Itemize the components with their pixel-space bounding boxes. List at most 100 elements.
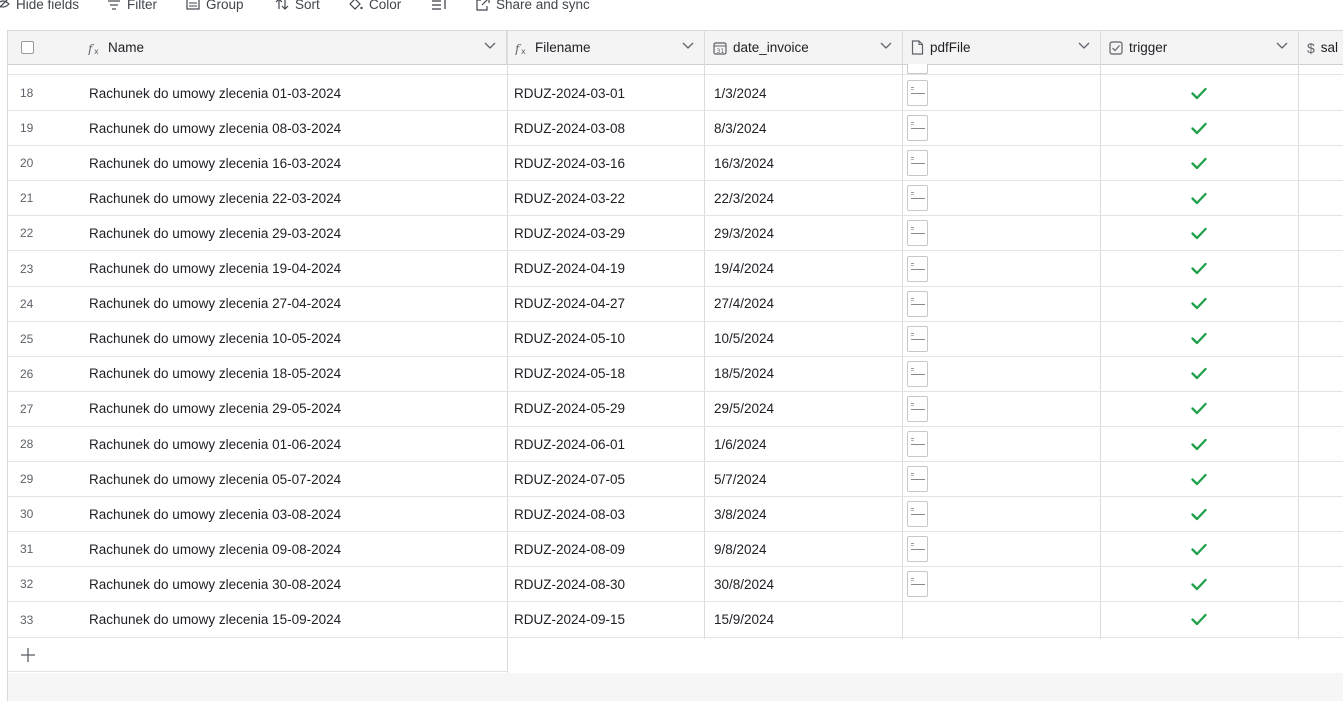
cell-date-invoice[interactable]: 30/8/2024 [714,567,904,601]
add-row-button[interactable] [8,639,507,672]
column-header-date-invoice[interactable]: 31 date_invoice [705,31,903,64]
chevron-down-icon[interactable] [880,42,892,50]
table-row[interactable]: 33 Rachunek do umowy zlecenia 15-09-2024 R… [8,603,1343,638]
cell-pdffile[interactable] [907,532,1097,566]
cell-name[interactable]: Rachunek do umowy zlecenia 30-08-2024 [89,567,507,601]
cell-name[interactable]: Rachunek do umowy zlecenia 18-05-2024 [89,357,507,391]
table-row[interactable]: 25 Rachunek do umowy zlecenia 10-05-2024 R… [8,322,1343,357]
group-button[interactable]: Group [186,0,244,15]
cell-trigger[interactable] [1100,252,1298,286]
cell-date-invoice[interactable]: 8/3/2024 [714,111,904,145]
cell-pdffile[interactable] [907,76,1097,110]
cell-name[interactable]: Rachunek do umowy zlecenia 16-03-2024 [89,146,507,180]
table-row[interactable]: 27 Rachunek do umowy zlecenia 29-05-2024 R… [8,392,1343,427]
cell-pdffile[interactable] [907,216,1097,250]
cell-trigger[interactable] [1100,216,1298,250]
cell-filename[interactable]: RDUZ-2024-05-18 [514,357,704,391]
cell-filename[interactable]: RDUZ-2024-03-01 [514,76,704,110]
cell-name[interactable]: Rachunek do umowy zlecenia 01-06-2024 [89,427,507,461]
cell-name[interactable]: Rachunek do umowy zlecenia 27-04-2024 [89,287,507,321]
cell-date-invoice[interactable]: 22/3/2024 [714,181,904,215]
cell-trigger[interactable] [1100,567,1298,601]
pdf-thumbnail[interactable] [907,150,928,177]
table-row[interactable]: 18 Rachunek do umowy zlecenia 01-03-2024 R… [8,76,1343,111]
cell-pdffile[interactable] [907,322,1097,356]
cell-name[interactable]: Rachunek do umowy zlecenia 29-05-2024 [89,392,507,426]
cell-pdffile[interactable] [907,252,1097,286]
table-row[interactable]: 19 Rachunek do umowy zlecenia 08-03-2024 R… [8,111,1343,147]
cell-trigger[interactable] [1100,181,1298,215]
cell-filename[interactable]: RDUZ-2024-03-29 [514,216,704,250]
cell-name[interactable]: Rachunek do umowy zlecenia 08-03-2024 [89,111,507,145]
table-row[interactable]: 24 Rachunek do umowy zlecenia 27-04-2024 R… [8,287,1343,322]
cell-pdffile[interactable] [907,392,1097,426]
column-header-salary[interactable]: $ sal [1299,31,1343,64]
sort-button[interactable]: Sort [275,0,320,15]
table-row[interactable]: 31 Rachunek do umowy zlecenia 09-08-2024 R… [8,532,1343,568]
cell-trigger[interactable] [1100,392,1298,426]
pdf-thumbnail[interactable] [907,395,928,422]
pdf-thumbnail[interactable] [907,255,928,282]
cell-trigger[interactable] [1100,111,1298,145]
column-header-pdffile[interactable]: pdfFile [903,31,1101,64]
column-header-name[interactable]: fx Name [80,31,507,64]
cell-filename[interactable]: RDUZ-2024-03-08 [514,111,704,145]
pdf-thumbnail[interactable] [907,185,928,212]
cell-name[interactable]: Rachunek do umowy zlecenia 09-08-2024 [89,532,507,566]
cell-date-invoice[interactable]: 10/5/2024 [714,322,904,356]
cell-date-invoice[interactable]: 3/8/2024 [714,497,904,531]
column-header-trigger[interactable]: trigger [1101,31,1299,64]
chevron-down-icon[interactable] [484,42,496,50]
cell-date-invoice[interactable]: 15/9/2024 [714,603,904,637]
hide-fields-button[interactable]: Hide fields [0,0,79,15]
cell-name[interactable]: Rachunek do umowy zlecenia 05-07-2024 [89,462,507,496]
pdf-thumbnail[interactable] [907,536,928,563]
cell-name[interactable]: Rachunek do umowy zlecenia 03-08-2024 [89,497,507,531]
cell-pdffile[interactable] [907,146,1097,180]
cell-filename[interactable]: RDUZ-2024-04-19 [514,252,704,286]
cell-date-invoice[interactable]: 29/5/2024 [714,392,904,426]
cell-name[interactable]: Rachunek do umowy zlecenia 19-04-2024 [89,252,507,286]
table-row[interactable]: 22 Rachunek do umowy zlecenia 29-03-2024 R… [8,216,1343,252]
cell-trigger[interactable] [1100,357,1298,391]
table-row[interactable]: 26 Rachunek do umowy zlecenia 18-05-2024 R… [8,357,1343,392]
cell-pdffile[interactable] [907,603,1097,637]
cell-trigger[interactable] [1100,462,1298,496]
pdf-thumbnail[interactable] [907,501,928,528]
table-row[interactable]: 20 Rachunek do umowy zlecenia 16-03-2024 R… [8,146,1343,182]
pdf-thumbnail[interactable] [907,290,928,317]
pdf-thumbnail[interactable] [907,466,928,493]
pdf-thumbnail[interactable] [907,115,928,142]
cell-date-invoice[interactable]: 16/3/2024 [714,146,904,180]
cell-filename[interactable]: RDUZ-2024-06-01 [514,427,704,461]
cell-pdffile[interactable] [907,181,1097,215]
cell-trigger[interactable] [1100,76,1298,110]
chevron-down-icon[interactable] [682,42,694,50]
pdf-thumbnail[interactable] [907,325,928,352]
cell-filename[interactable]: RDUZ-2024-05-10 [514,322,704,356]
cell-date-invoice[interactable]: 29/3/2024 [714,216,904,250]
cell-trigger[interactable] [1100,287,1298,321]
cell-filename[interactable]: RDUZ-2024-08-30 [514,567,704,601]
table-row[interactable]: 29 Rachunek do umowy zlecenia 05-07-2024 R… [8,462,1343,498]
pdf-thumbnail[interactable] [907,571,928,598]
cell-date-invoice[interactable]: 1/3/2024 [714,76,904,110]
cell-date-invoice[interactable]: 19/4/2024 [714,252,904,286]
cell-filename[interactable]: RDUZ-2024-03-22 [514,181,704,215]
cell-filename[interactable]: RDUZ-2024-03-16 [514,146,704,180]
cell-name[interactable]: Rachunek do umowy zlecenia 10-05-2024 [89,322,507,356]
cell-trigger[interactable] [1100,322,1298,356]
cell-filename[interactable]: RDUZ-2024-09-15 [514,603,704,637]
chevron-down-icon[interactable] [1078,42,1090,50]
table-row[interactable]: 28 Rachunek do umowy zlecenia 01-06-2024 R… [8,427,1343,462]
cell-filename[interactable]: RDUZ-2024-07-05 [514,462,704,496]
pdf-thumbnail[interactable] [907,360,928,387]
cell-pdffile[interactable] [907,567,1097,601]
column-header-filename[interactable]: fx Filename [507,31,705,64]
chevron-down-icon[interactable] [1276,42,1288,50]
cell-pdffile[interactable] [907,427,1097,461]
cell-pdffile[interactable] [907,462,1097,496]
cell-trigger[interactable] [1100,532,1298,566]
color-button[interactable]: Color [348,0,401,15]
cell-name[interactable]: Rachunek do umowy zlecenia 01-03-2024 [89,76,507,110]
